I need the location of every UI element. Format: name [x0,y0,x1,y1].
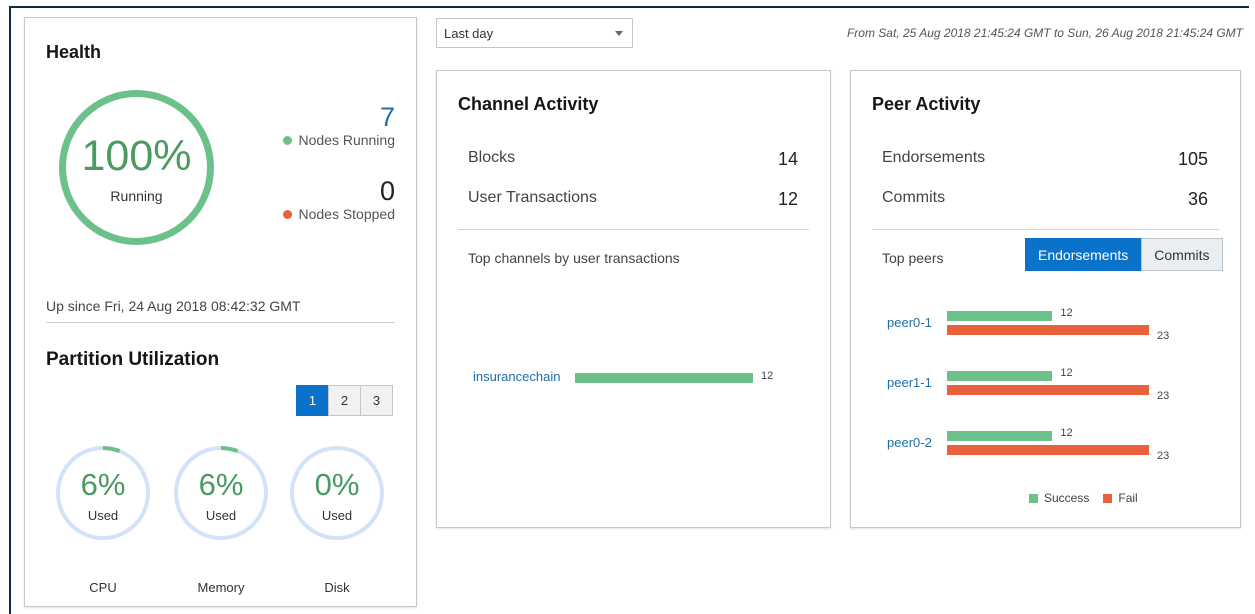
nodes-running-count: 7 [379,102,395,132]
memory-gauge: 6% Used [171,443,271,543]
user-transactions-row: User Transactions 12 [468,189,798,210]
success-legend-swatch [1029,493,1038,503]
channel-activity-title: Channel Activity [458,94,599,114]
peer-bar-fail[interactable] [947,325,1149,335]
disk-gauge: 0% Used [287,443,387,543]
nodes-stopped-stat: 0 Nodes Stopped [283,176,395,222]
time-range-value: Last day [444,25,494,41]
health-panel: Health 100% Running 7 Nodes Running 0 No… [24,17,417,607]
success-legend-label: Success [1044,491,1090,505]
cpu-label: CPU [89,580,117,595]
peer-bar-fail[interactable] [947,445,1149,455]
commits-row: Commits 36 [882,189,1208,210]
endorsements-value: 105 [1177,149,1208,169]
health-ring: 100% Running [59,90,219,250]
up-since-text: Up since Fri, 24 Aug 2018 08:42:32 GMT [46,298,395,323]
peer-activity-panel: Peer Activity Endorsements 105 Commits 3… [850,70,1241,528]
fail-legend-label: Fail [1118,491,1138,505]
peer-bar-value: 12 [1060,307,1073,319]
health-running-label: Running [110,188,163,204]
partition-pager: 1 2 3 [296,385,393,416]
stopped-dot-icon [283,209,293,219]
endorsements-label: Endorsements [882,149,986,166]
peer-bar-fail[interactable] [947,385,1149,395]
blocks-label: Blocks [468,149,516,166]
blocks-row: Blocks 14 [468,149,798,170]
channel-bar[interactable] [575,373,753,383]
memory-label: Memory [197,580,245,595]
peer-bar-value: 23 [1157,330,1170,342]
running-dot-icon [283,135,293,145]
divider [872,229,1219,230]
channel-bar-label[interactable]: insurancechain [473,369,560,384]
peer-bar-success[interactable] [947,311,1053,321]
partition-title: Partition Utilization [46,349,220,370]
health-percentage: 100% [81,132,192,180]
cpu-gauge-percentage: 6% [80,467,126,502]
channel-activity-panel: Channel Activity Blocks 14 User Transact… [436,70,831,528]
disk-label: Disk [324,580,350,595]
time-range-text: From Sat, 25 Aug 2018 21:45:24 GMT to Su… [846,26,1243,40]
disk-gauge-percentage: 0% [314,467,360,502]
endorsements-row: Endorsements 105 [882,149,1208,170]
page-button-2[interactable]: 2 [328,385,361,416]
peer-bar-label[interactable]: peer0-2 [887,435,932,450]
cpu-gauge-used-label: Used [87,508,119,523]
cpu-gauge: 6% Used [53,443,153,543]
page-button-3[interactable]: 3 [360,385,393,416]
nodes-running-label: Nodes Running [298,132,395,148]
blocks-value: 14 [777,149,798,169]
peer-metric-toggle: Endorsements Commits [1025,238,1223,271]
page-button-1[interactable]: 1 [296,385,329,416]
chart-legend: Success Fail [1029,491,1138,505]
top-peers-label: Top peers [882,250,944,266]
nodes-running-stat: 7 Nodes Running [283,102,395,148]
fail-legend-swatch [1103,493,1113,503]
commits-label: Commits [882,189,946,206]
health-title: Health [46,42,102,62]
nodes-stopped-count: 0 [379,176,395,206]
peer-bar-label[interactable]: peer0-1 [887,315,932,330]
peer-bar-success[interactable] [947,431,1053,441]
peer-bar-value: 12 [1060,367,1073,379]
peer-bar-label[interactable]: peer1-1 [887,375,932,390]
nodes-stopped-label: Nodes Stopped [298,206,395,222]
peer-bar-value: 12 [1060,427,1073,439]
peer-bar-value: 23 [1157,390,1170,402]
peer-bar-value: 23 [1157,450,1170,462]
disk-gauge-used-label: Used [321,508,353,523]
toggle-commits-button[interactable]: Commits [1141,238,1223,271]
memory-gauge-used-label: Used [205,508,237,523]
chevron-down-icon [615,30,623,36]
channel-bar-value: 12 [761,370,774,382]
top-channels-label: Top channels by user transactions [468,250,680,266]
divider [458,229,809,230]
toggle-endorsements-button[interactable]: Endorsements [1025,238,1142,271]
time-range-select[interactable]: Last day [436,18,633,48]
user-transactions-label: User Transactions [468,189,597,206]
memory-gauge-percentage: 6% [198,467,244,502]
user-transactions-value: 12 [777,189,798,209]
peer-activity-title: Peer Activity [872,94,981,114]
peer-bar-success[interactable] [947,371,1053,381]
commits-value: 36 [1187,189,1208,209]
